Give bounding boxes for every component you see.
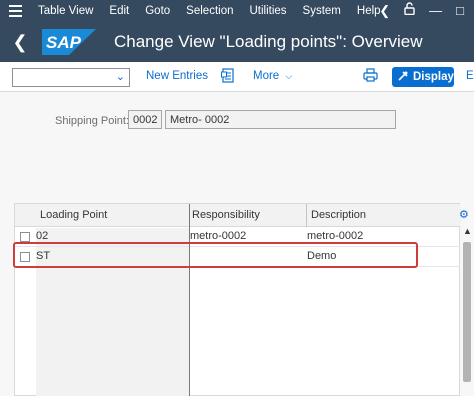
shipping-point-description-field: Metro- 0002 (165, 110, 396, 129)
highlight-box (13, 242, 418, 268)
menu-utilities[interactable]: Utilities (241, 5, 294, 17)
chevron-down-icon: ⌄ (115, 71, 125, 83)
description-cell[interactable]: metro-0002 (307, 230, 363, 242)
menu-edit[interactable]: Edit (101, 5, 137, 17)
display-button[interactable]: Display (392, 67, 454, 87)
column-header-responsibility[interactable]: Responsibility (192, 209, 260, 221)
chevron-left-icon[interactable]: ❮ (379, 0, 390, 22)
loading-point-cell[interactable]: 02 (36, 230, 48, 242)
title-bar: ❮ SAP Change View "Loading points": Over… (0, 22, 474, 62)
more-label: More (253, 70, 280, 82)
menu-selection[interactable]: Selection (178, 5, 241, 17)
column-header-loading-point[interactable]: Loading Point (40, 209, 107, 221)
column-header-description[interactable]: Description (311, 209, 366, 221)
scroll-up-icon[interactable]: ▲ (463, 226, 472, 236)
column-divider-line (189, 204, 190, 396)
lock-icon[interactable] (404, 0, 415, 22)
chevron-down-icon: ⌵ (285, 71, 293, 81)
table-settings-gear-icon[interactable]: ⚙ (459, 208, 469, 221)
command-field-select[interactable]: ⌄ (12, 68, 130, 87)
menu-table-view[interactable]: Table View (30, 5, 101, 17)
sap-logo: SAP (42, 29, 96, 55)
shipping-point-label: Shipping Point: (55, 115, 129, 127)
application-toolbar: ⌄ New Entries More ⌵ Display E (0, 62, 474, 92)
print-icon[interactable] (363, 68, 379, 84)
menu-bar: Table View Edit Goto Selection Utilities… (0, 0, 474, 22)
minimize-icon[interactable]: — (429, 0, 442, 22)
column-divider[interactable] (306, 204, 307, 227)
table-settings-icon[interactable] (221, 68, 237, 84)
menu-goto[interactable]: Goto (137, 5, 178, 17)
menu-system[interactable]: System (295, 5, 349, 17)
loading-points-table: Loading Point Responsibility Description… (14, 203, 461, 396)
table-header: Loading Point Responsibility Description (15, 204, 461, 227)
more-button[interactable]: More ⌵ (253, 70, 292, 82)
scrollbar-thumb[interactable] (463, 242, 471, 382)
vertical-scrollbar[interactable]: ▲ (460, 224, 474, 396)
menu-right-icons: ❮ — □ (379, 0, 474, 22)
hamburger-menu-icon[interactable] (0, 0, 30, 22)
new-entries-button[interactable]: New Entries (146, 70, 208, 82)
overflow-button[interactable]: E (466, 70, 474, 82)
restore-icon[interactable]: □ (456, 0, 464, 22)
display-label: Display (413, 71, 454, 83)
back-icon[interactable]: ❮ (0, 22, 40, 62)
display-change-icon (397, 70, 409, 85)
sap-logo-text: SAP (46, 33, 82, 52)
responsibility-cell[interactable]: metro-0002 (190, 230, 246, 242)
shipping-point-code-field: 0002 (128, 110, 162, 129)
row-select-checkbox[interactable] (20, 232, 30, 242)
page-title: Change View "Loading points": Overview (114, 32, 423, 51)
